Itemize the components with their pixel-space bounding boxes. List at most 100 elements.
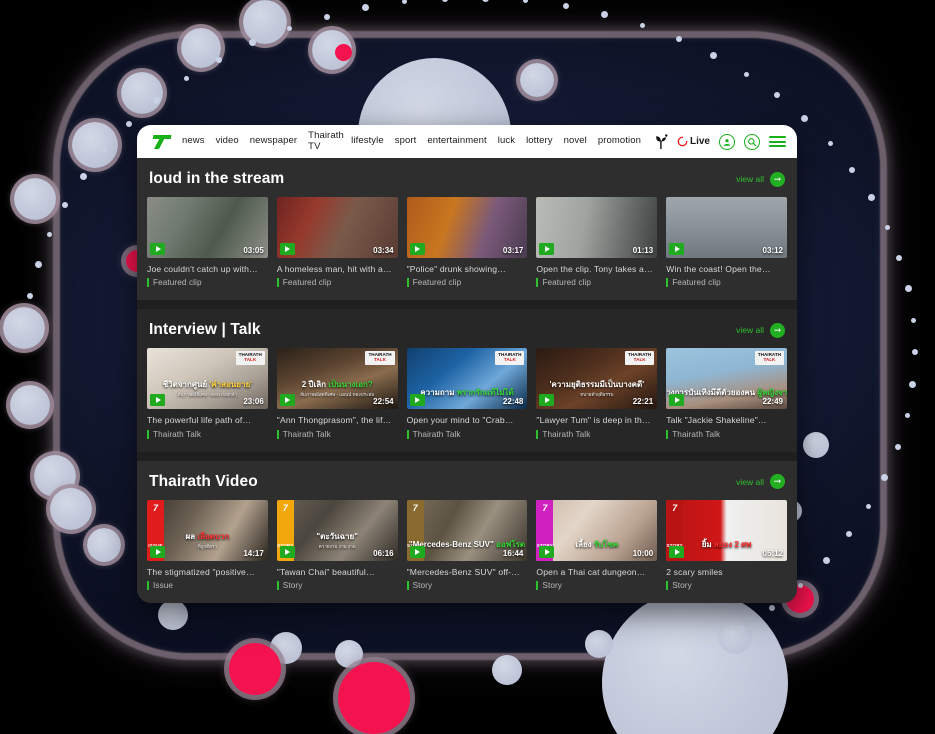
- video-category-tag[interactable]: Story: [277, 581, 398, 590]
- video-category-tag[interactable]: Issue: [147, 581, 268, 590]
- nav-item-lifestyle[interactable]: lifestyle: [351, 136, 384, 147]
- play-icon[interactable]: [539, 545, 555, 558]
- video-card[interactable]: 7ISSUEผล เลือดบวกที่ถูกตีตรา14:17 The sti…: [147, 499, 268, 590]
- search-icon[interactable]: [744, 133, 760, 150]
- video-title[interactable]: Open a Thai cat dungeon…: [536, 567, 657, 577]
- decorative-circle-10: [87, 528, 121, 562]
- play-icon[interactable]: [539, 243, 555, 255]
- video-thumbnail[interactable]: 01:13: [536, 197, 658, 258]
- video-card[interactable]: 03:34 A homeless man, hit with a… Featured…: [276, 197, 398, 287]
- play-icon[interactable]: [279, 545, 295, 558]
- video-card[interactable]: 7STORYเลี้ยง รับโชค10:00 Open a Thai cat …: [536, 499, 658, 590]
- view-all-button[interactable]: view all ➞: [736, 171, 785, 187]
- play-icon[interactable]: [669, 394, 685, 407]
- video-thumbnail[interactable]: 7STORY"Mercedes-Benz SUV" ออฟโรด16:44: [406, 499, 528, 561]
- video-card[interactable]: THAIRATH TALK 'ความยุติธรรมมีเป็นบางคดี' ทน…: [536, 348, 658, 439]
- video-card[interactable]: 7STORY"ตะวันฉาย"ควายงาม งาม งาม06:16 "Taw…: [276, 499, 398, 590]
- video-category-tag[interactable]: Thairath Talk: [147, 430, 268, 439]
- play-icon[interactable]: [409, 394, 425, 407]
- video-category-tag[interactable]: Thairath Talk: [666, 430, 787, 439]
- video-title[interactable]: "Tawan Chai" beautiful…: [277, 567, 398, 577]
- decorative-dot: [884, 224, 890, 230]
- video-thumbnail[interactable]: 03:34: [276, 197, 398, 258]
- nav-item-lottery[interactable]: lottery: [526, 136, 553, 147]
- video-thumbnail[interactable]: THAIRATH TALK ความถาม พรากรักแท้ไม่ได้ 22:4…: [406, 348, 528, 410]
- nav-item-video[interactable]: video: [216, 136, 239, 147]
- video-thumbnail[interactable]: 7ISSUEผล เลือดบวกที่ถูกตีตรา14:17: [147, 499, 268, 561]
- video-title[interactable]: Open the clip. Tony takes a…: [536, 264, 657, 274]
- video-card[interactable]: 03:17 "Police" drunk showing… Featured cli…: [406, 197, 528, 287]
- video-title[interactable]: The powerful life path of…: [147, 415, 268, 425]
- nav-item-promotion[interactable]: promotion: [598, 136, 641, 147]
- video-category-tag[interactable]: Featured clip: [277, 278, 398, 287]
- video-category-tag[interactable]: Featured clip: [147, 278, 268, 287]
- play-icon[interactable]: [669, 545, 685, 558]
- video-title[interactable]: "Mercedes-Benz SUV" off-…: [407, 567, 528, 577]
- account-icon[interactable]: [719, 133, 735, 150]
- video-thumbnail[interactable]: 03:05: [147, 197, 268, 258]
- video-title[interactable]: "Police" drunk showing…: [407, 264, 528, 274]
- video-card[interactable]: 03:12 Win the coast! Open the… Featured cl…: [666, 197, 787, 287]
- video-title[interactable]: Win the coast! Open the…: [666, 264, 787, 274]
- video-category-tag[interactable]: Story: [666, 581, 787, 590]
- nav-item-thairath-tv[interactable]: Thairath TV: [308, 131, 344, 152]
- video-category-tag[interactable]: Story: [407, 581, 528, 590]
- play-icon[interactable]: [150, 545, 165, 558]
- video-title[interactable]: Open your mind to "Crab…: [407, 415, 528, 425]
- video-thumbnail[interactable]: THAIRATH TALK วงการบันเทิงมีดีตัวยองคน ผู้…: [666, 348, 787, 410]
- video-title[interactable]: A homeless man, hit with a…: [277, 264, 398, 274]
- video-category-tag[interactable]: Featured clip: [536, 278, 657, 287]
- play-icon[interactable]: [150, 394, 165, 407]
- play-icon[interactable]: [669, 243, 685, 255]
- video-category-tag[interactable]: Story: [536, 581, 657, 590]
- video-thumbnail[interactable]: 7STORY"ตะวันฉาย"ควายงาม งาม งาม06:16: [276, 499, 398, 561]
- sprout-icon[interactable]: [654, 133, 668, 150]
- play-icon[interactable]: [279, 394, 295, 407]
- view-all-button[interactable]: view all ➞: [736, 474, 785, 490]
- nav-item-sport[interactable]: sport: [395, 136, 417, 147]
- video-card[interactable]: 7STORY"Mercedes-Benz SUV" ออฟโรด16:44 "Me…: [406, 499, 528, 590]
- video-card[interactable]: THAIRATH TALK 2 ปีเลิก เป็นนางเอก? สัมภาษณ์…: [276, 348, 398, 439]
- thairath-logo-icon[interactable]: [147, 131, 173, 153]
- video-category-tag[interactable]: Thairath Talk: [536, 430, 657, 439]
- nav-item-novel[interactable]: novel: [564, 136, 587, 147]
- video-thumbnail[interactable]: 03:17: [406, 197, 528, 258]
- video-card[interactable]: THAIRATH TALK ความถาม พรากรักแท้ไม่ได้ 22:4…: [406, 348, 528, 439]
- video-card[interactable]: THAIRATH TALK วงการบันเทิงมีดีตัวยองคน ผู้…: [666, 348, 787, 439]
- video-card[interactable]: 01:13 Open the clip. Tony takes a… Feature…: [536, 197, 658, 287]
- video-thumbnail[interactable]: THAIRATH TALK 2 ปีเลิก เป็นนางเอก? สัมภาษณ์…: [276, 348, 398, 410]
- video-category-tag[interactable]: Featured clip: [666, 278, 787, 287]
- decorative-dot: [910, 318, 916, 324]
- play-icon[interactable]: [409, 545, 425, 558]
- video-card[interactable]: 7STORYยิ้ม สยอง 2 ศพ05:12 2 scary smiles S…: [666, 499, 787, 590]
- video-category-tag[interactable]: Thairath Talk: [277, 430, 398, 439]
- video-title[interactable]: Joe couldn't catch up with…: [147, 264, 268, 274]
- video-category-tag[interactable]: Thairath Talk: [407, 430, 528, 439]
- view-all-button[interactable]: view all ➞: [736, 322, 785, 338]
- play-icon[interactable]: [279, 243, 295, 255]
- video-thumbnail[interactable]: THAIRATH TALK 'ความยุติธรรมมีเป็นบางคดี' ทน…: [536, 348, 658, 410]
- play-icon[interactable]: [409, 243, 425, 255]
- video-title[interactable]: The stigmatized "positive…: [147, 567, 268, 577]
- nav-item-news[interactable]: news: [182, 136, 205, 147]
- video-category-tag[interactable]: Featured clip: [407, 278, 528, 287]
- play-icon[interactable]: [150, 243, 165, 255]
- hamburger-menu-icon[interactable]: [769, 135, 786, 148]
- screenshot-root: news video newspaper Thairath TV lifesty…: [0, 0, 935, 734]
- video-thumbnail[interactable]: 03:12: [666, 197, 787, 258]
- video-card[interactable]: THAIRATH TALK ชีวิตจากศูนย์ 'คำสอนยาย' สัมภ…: [147, 348, 268, 439]
- video-title[interactable]: "Lawyer Tum" is deep in th…: [536, 415, 657, 425]
- live-button[interactable]: Live: [677, 136, 710, 147]
- video-card[interactable]: 03:05 Joe couldn't catch up with… Featured…: [147, 197, 268, 287]
- nav-item-newspaper[interactable]: newspaper: [250, 136, 297, 147]
- play-icon[interactable]: [539, 394, 555, 407]
- section-header: loud in the stream view all ➞: [147, 158, 787, 197]
- video-title[interactable]: Talk "Jackie Shakeline"…: [666, 415, 787, 425]
- video-thumbnail[interactable]: THAIRATH TALK ชีวิตจากศูนย์ 'คำสอนยาย' สัมภ…: [147, 348, 268, 410]
- video-title[interactable]: 2 scary smiles: [666, 567, 787, 577]
- video-thumbnail[interactable]: 7STORYยิ้ม สยอง 2 ศพ05:12: [666, 499, 787, 561]
- nav-item-entertainment[interactable]: entertainment: [427, 136, 486, 147]
- video-thumbnail[interactable]: 7STORYเลี้ยง รับโชค10:00: [536, 499, 658, 561]
- video-title[interactable]: "Ann Thongprasom", the lif…: [277, 415, 398, 425]
- nav-item-luck[interactable]: luck: [498, 136, 515, 147]
